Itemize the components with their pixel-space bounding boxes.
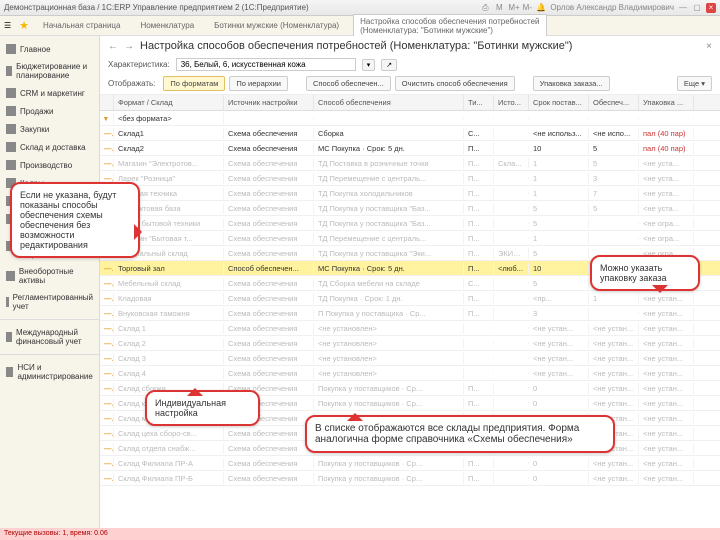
table-row[interactable]: —Магазин "Бытовая т...Схема обеспеченияТ… <box>100 231 720 246</box>
by-formats-button[interactable]: По форматам <box>163 76 225 91</box>
m-plus-icon[interactable]: M+ <box>508 3 518 13</box>
table-row[interactable]: —Ларек "Розница"Схема обеспеченияТД Пере… <box>100 171 720 186</box>
titlebar-icons: ⎙ M M+ M- 🔔 Орлов Александр Владимирович… <box>480 3 716 13</box>
budget-icon <box>6 66 12 76</box>
main-toolbar: ☰ ★ Начальная страница Номенклатура Боти… <box>0 16 720 36</box>
sidebar-item[interactable]: CRM и маркетинг <box>0 84 99 102</box>
crm-icon <box>6 88 16 98</box>
display-label: Отображать: <box>108 79 155 88</box>
sidebar-item[interactable]: Закупки <box>0 120 99 138</box>
page-title: Настройка способов обеспечения потребнос… <box>140 40 700 52</box>
sidebar-item[interactable]: Регламентированный учет <box>0 289 99 315</box>
table-row[interactable]: —Склад Филиала ПР-БСхема обеспеченияПоку… <box>100 471 720 486</box>
minimize-icon[interactable]: — <box>678 3 688 13</box>
forward-icon[interactable]: → <box>124 41 134 52</box>
char-open-icon[interactable]: ↗ <box>381 59 397 71</box>
m-icon[interactable]: M <box>494 3 504 13</box>
m-minus-icon[interactable]: M- <box>522 3 532 13</box>
char-dropdown-icon[interactable]: ▾ <box>362 59 376 71</box>
table-row[interactable]: —Склад 1Схема обеспечения<не установлен>… <box>100 321 720 336</box>
table-row[interactable]: —Склад Филиала ПР-АСхема обеспеченияПоку… <box>100 456 720 471</box>
sidebar-item[interactable]: НСИ и администрирование <box>0 359 99 385</box>
sidebar-item[interactable]: Бюджетирование и планирование <box>0 58 99 84</box>
col-provide[interactable]: Обеспеч... <box>589 95 639 110</box>
col-icon[interactable] <box>100 95 114 110</box>
favorite-icon[interactable]: ★ <box>19 19 29 32</box>
tab-boots[interactable]: Ботинки мужские (Номенклатура) <box>208 19 345 32</box>
tab-settings[interactable]: Настройка способов обеспечения потребнос… <box>353 14 546 37</box>
sidebar: Главное Бюджетирование и планирование CR… <box>0 36 100 528</box>
table-row[interactable]: ▾<без формата> <box>100 111 720 126</box>
col-src[interactable]: Исто... <box>494 95 529 110</box>
sidebar-item[interactable]: Главное <box>0 40 99 58</box>
table-row[interactable]: —КладоваяСхема обеспеченияТД Покупка · С… <box>100 291 720 306</box>
char-label: Характеристика: <box>108 60 170 69</box>
purchase-icon <box>6 124 16 134</box>
status-bar: Текущие вызовы: 1, время: 0.06 <box>0 528 720 540</box>
clear-method-button[interactable]: Очистить способ обеспечения <box>395 76 515 91</box>
sidebar-item[interactable]: Склад и доставка <box>0 138 99 156</box>
maximize-icon[interactable]: ▢ <box>692 3 702 13</box>
table-row[interactable]: —Склад 3Схема обеспечения<не установлен>… <box>100 351 720 366</box>
col-method[interactable]: Способ обеспечения <box>314 95 464 110</box>
col-pack[interactable]: Упаковка ... <box>639 95 694 110</box>
table-row[interactable]: —Внуковская таможняСхема обеспеченияП По… <box>100 306 720 321</box>
by-hierarchy-button[interactable]: По иерархии <box>229 76 288 91</box>
assets-icon <box>6 271 15 281</box>
back-icon[interactable]: ← <box>108 41 118 52</box>
char-field[interactable]: 36, Белый, 6, искусственная кожа <box>176 58 356 71</box>
col-type[interactable]: Ти... <box>464 95 494 110</box>
bell-icon[interactable]: 🔔 <box>536 3 546 13</box>
intl-icon <box>6 332 12 342</box>
callout-mid: Индивидуальная настройка <box>145 390 260 426</box>
sidebar-item[interactable]: Продажи <box>0 102 99 120</box>
table-row[interactable]: —Магазин "Электротов...Схема обеспечения… <box>100 156 720 171</box>
table-row[interactable]: —Склад 4Схема обеспечения<не установлен>… <box>100 366 720 381</box>
col-source[interactable]: Источник настройки <box>224 95 314 110</box>
prod-icon <box>6 160 16 170</box>
table-row[interactable]: —Склад1Схема обеспеченияСборкаС...<не ис… <box>100 126 720 141</box>
pack-button[interactable]: Упаковка заказа... <box>533 76 610 91</box>
table-header: Формат / Склад Источник настройки Способ… <box>100 95 720 111</box>
callout-bot: В списке отображаются все склады предпри… <box>305 415 615 453</box>
menu-icon[interactable]: ☰ <box>4 21 11 30</box>
callout-right: Можно указать упаковку заказа <box>590 255 700 291</box>
table-row[interactable]: —Склад2Схема обеспеченияМС Покупка · Сро… <box>100 141 720 156</box>
table-row[interactable]: —Бытовая техникаСхема обеспеченияТД Поку… <box>100 186 720 201</box>
more-button[interactable]: Еще ▾ <box>677 76 712 91</box>
table-row[interactable]: —Склад 2Схема обеспечения<не установлен>… <box>100 336 720 351</box>
sidebar-item[interactable]: Внеоборотные активы <box>0 263 99 289</box>
print-icon[interactable]: ⎙ <box>480 3 490 13</box>
col-term[interactable]: Срок постав... <box>529 95 589 110</box>
home-icon <box>6 44 16 54</box>
user-label[interactable]: Орлов Александр Владимирович <box>550 3 674 13</box>
table-row[interactable]: —Склад бытовой техникиСхема обеспеченияТ… <box>100 216 720 231</box>
app-title: Демонстрационная база / 1С:ERP Управлени… <box>4 3 480 12</box>
table-row[interactable]: —Продуктовая базаСхема обеспеченияТД Пок… <box>100 201 720 216</box>
sidebar-item[interactable]: Производство <box>0 156 99 174</box>
close-icon[interactable]: × <box>706 3 716 13</box>
callout-left: Если не указана, будут показаны способы … <box>10 182 140 258</box>
close-panel-icon[interactable]: × <box>706 41 712 52</box>
reg-icon <box>6 297 9 307</box>
data-table[interactable]: Формат / Склад Источник настройки Способ… <box>100 95 720 528</box>
admin-icon <box>6 367 13 377</box>
warehouse-icon <box>6 142 16 152</box>
tab-nomenclature[interactable]: Номенклатура <box>134 19 200 32</box>
col-format[interactable]: Формат / Склад <box>114 95 224 110</box>
tab-start[interactable]: Начальная страница <box>37 19 126 32</box>
sales-icon <box>6 106 16 116</box>
sidebar-item[interactable]: Международный финансовый учет <box>0 324 99 350</box>
method-button[interactable]: Способ обеспечен... <box>306 76 391 91</box>
